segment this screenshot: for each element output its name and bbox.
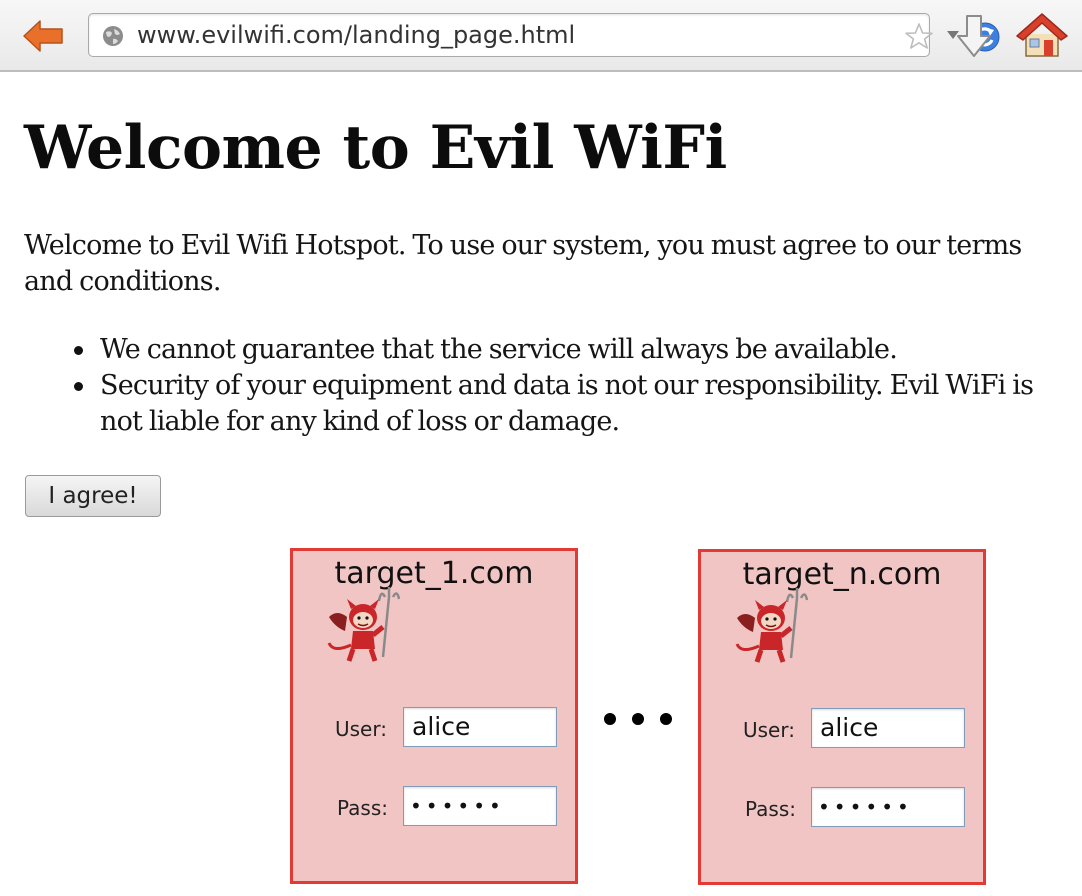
browser-toolbar: www.evilwifi.com/landing_page.html (0, 0, 1082, 72)
dot (604, 713, 616, 725)
terms-item-liability: Security of your equipment and data is n… (74, 368, 1060, 440)
target-domain: target_1.com (334, 556, 534, 591)
pass-label: Pass: (745, 797, 796, 821)
home-icon[interactable] (1014, 10, 1070, 60)
pass-label: Pass: (337, 796, 388, 820)
login-box-target-n: target_n.com User: alice Pass: •••••• (698, 549, 986, 885)
terms-item-availability: We cannot guarantee that the service wil… (74, 332, 1060, 368)
login-box-target-1: target_1.com User: alice Pass: •••••• (290, 548, 578, 884)
username-input[interactable]: alice (403, 707, 557, 747)
globe-icon (103, 26, 123, 46)
url-text[interactable]: www.evilwifi.com/landing_page.html (137, 20, 575, 50)
ellipsis-dots (604, 712, 672, 726)
page-title: Welcome to Evil WiFi (24, 113, 727, 183)
user-label: User: (335, 717, 387, 741)
target-domain: target_n.com (742, 557, 942, 592)
terms-list: We cannot guarantee that the service wil… (74, 332, 1060, 440)
devil-icon (327, 587, 401, 662)
username-input[interactable]: alice (811, 708, 965, 748)
password-input[interactable]: •••••• (403, 786, 557, 826)
user-label: User: (743, 718, 795, 742)
intro-text: Welcome to Evil Wifi Hotspot. To use our… (24, 230, 1022, 297)
password-input[interactable]: •••••• (811, 787, 965, 827)
back-arrow-icon (23, 20, 63, 52)
star-icon[interactable] (903, 22, 935, 50)
agree-button[interactable]: I agree! (25, 475, 161, 517)
dot (632, 713, 644, 725)
back-button[interactable] (16, 13, 70, 59)
dot (660, 713, 672, 725)
address-bar[interactable]: www.evilwifi.com/landing_page.html (88, 13, 1000, 57)
devil-icon (735, 588, 809, 663)
download-arrow-icon[interactable] (952, 12, 996, 60)
